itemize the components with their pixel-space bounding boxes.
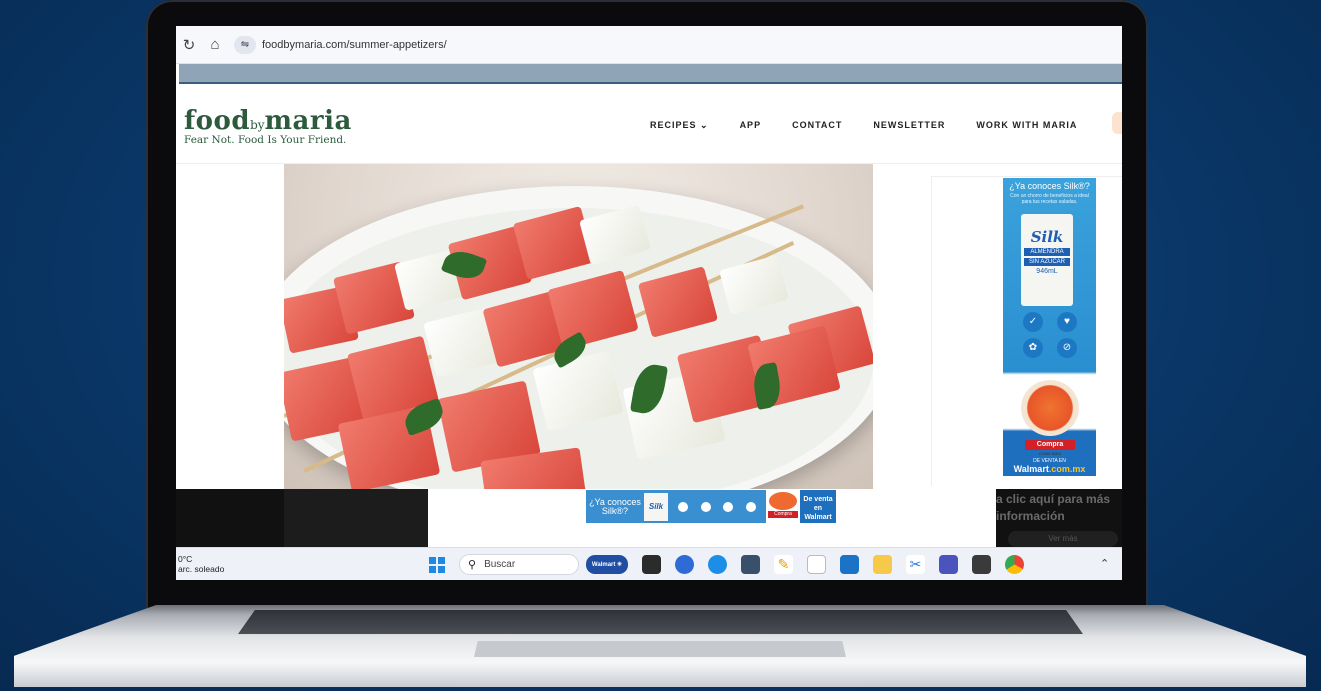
compra-button[interactable]: Compra — [1025, 440, 1075, 450]
video-overlay-button[interactable]: Ver más — [1008, 531, 1118, 547]
menu-search-button[interactable] — [1112, 112, 1122, 134]
calculator-icon[interactable] — [741, 555, 760, 574]
browser-address-bar: ↻ ⌂ ⇋ foodbymaria.com/summer-appetizers/ — [176, 26, 1122, 64]
compra-subtext: COME BIEN — [1038, 451, 1062, 456]
bone-icon: ✓ — [1023, 312, 1043, 332]
silk-banner-ad[interactable]: ¿Ya conoces Silk®? Silk Compra De venta … — [586, 490, 836, 530]
edge-icon[interactable] — [708, 555, 727, 574]
taskbar-search-label: Buscar — [484, 559, 516, 570]
carton-volume: 946mL — [1036, 268, 1058, 275]
video-player[interactable] — [284, 489, 429, 547]
heart-icon: ♥ — [1057, 312, 1077, 332]
home-icon[interactable]: ⌂ — [202, 36, 228, 53]
file-explorer-icon[interactable] — [873, 555, 892, 574]
outlook-icon[interactable] — [840, 555, 859, 574]
app-icon[interactable] — [972, 555, 991, 574]
menu-item-recipes[interactable]: RECIPES ⌄ — [650, 120, 709, 131]
walmart-domain-text: .com.mx — [1048, 464, 1086, 474]
chevron-up-icon[interactable]: ⌃ — [1100, 557, 1109, 570]
sidebar-ad[interactable]: ¿Ya conoces Silk®? Con un chorro de bene… — [931, 176, 1122, 486]
logo-word-food: food — [184, 106, 251, 136]
menu-item-newsletter[interactable]: NEWSLETTER — [873, 120, 945, 131]
benefit-icon — [700, 501, 711, 512]
silk-carton: Silk ALMENDRA SIN AZÚCAR 946mL — [1021, 214, 1073, 306]
silk-skyscraper-ad[interactable]: ¿Ya conoces Silk®? Con un chorro de bene… — [1003, 178, 1096, 476]
pen-icon[interactable]: ✎ — [774, 555, 793, 574]
no-lactose-icon: ⊘ — [1057, 338, 1077, 358]
banner-soup: Compra — [766, 490, 800, 523]
banner-walmart: De venta en Walmart .com.mx — [800, 490, 836, 530]
task-view-icon[interactable] — [642, 555, 661, 574]
walmart-logo-box[interactable]: DE VENTA EN Walmart.com.mx — [1003, 458, 1096, 476]
snipping-tool-icon[interactable]: ✂ — [906, 555, 925, 574]
benefit-icon — [678, 501, 689, 512]
laptop-keyboard — [238, 610, 1083, 634]
zoom-icon[interactable] — [675, 555, 694, 574]
main-menu: RECIPES ⌄ APP CONTACT NEWSLETTER WORK WI… — [650, 120, 1108, 131]
walmart-app-icon[interactable]: Walmart ✳ — [586, 555, 628, 574]
laptop-screen: ↻ ⌂ ⇋ foodbymaria.com/summer-appetizers/… — [176, 26, 1122, 580]
url-field[interactable]: foodbymaria.com/summer-appetizers/ — [262, 39, 447, 51]
carton-line-sin-azucar: SIN AZÚCAR — [1024, 258, 1070, 266]
weather-temp: 0°C — [178, 554, 193, 564]
taskbar-search[interactable]: ⚲ Buscar — [459, 554, 579, 575]
windows-taskbar: 0°C arc. soleado ⚲ Buscar Walmart ✳ ✎ ✂ ⌃ — [176, 547, 1122, 580]
site-header: foodbymaria Fear Not. Food Is Your Frien… — [176, 84, 1122, 164]
menu-item-work-with-maria[interactable]: WORK WITH MARIA — [976, 120, 1077, 131]
menu-item-app[interactable]: APP — [740, 120, 762, 131]
page-top-banner — [179, 64, 1122, 84]
site-info-icon[interactable]: ⇋ — [234, 35, 256, 54]
logo-word-maria: maria — [264, 106, 352, 136]
chrome-icon[interactable] — [1005, 555, 1024, 574]
logo-word-by: by — [250, 118, 265, 132]
banner-compra-button[interactable]: Compra — [768, 511, 798, 518]
benefit-icons-row: ✓ ♥ — [1023, 312, 1077, 332]
carton-line-almendra: ALMENDRA — [1024, 248, 1070, 256]
silk-logo: Silk — [1030, 228, 1064, 246]
teams-icon[interactable] — [939, 555, 958, 574]
benefit-icon — [745, 501, 756, 512]
soup-bowl-image — [1021, 380, 1079, 436]
reload-icon[interactable]: ↻ — [176, 36, 202, 54]
ad-title: ¿Ya conoces Silk®? — [1009, 181, 1090, 191]
site-tagline: Fear Not. Food Is Your Friend. — [184, 134, 347, 146]
weather-desc: arc. soleado — [178, 564, 225, 574]
bottom-ad-container: ¿Ya conoces Silk®? Silk Compra De venta … — [428, 489, 996, 547]
benefit-icons-row: ✿ ⊘ — [1023, 338, 1077, 358]
benefit-icon — [723, 501, 734, 512]
walmart-name: Walmart.com.mx — [1003, 464, 1096, 475]
search-icon: ⚲ — [468, 559, 477, 571]
windows-start-icon[interactable] — [429, 557, 445, 573]
menu-item-contact[interactable]: CONTACT — [792, 120, 842, 131]
banner-carton: Silk — [644, 492, 668, 521]
banner-benefits — [668, 490, 766, 523]
banner-title: ¿Ya conoces Silk®? — [589, 496, 641, 516]
soup-image — [769, 492, 797, 510]
taskbar-apps: Walmart ✳ ✎ ✂ — [586, 555, 1038, 574]
notepad-icon[interactable] — [807, 555, 826, 574]
walmart-brand-text: Walmart — [1013, 464, 1049, 474]
leaf-icon: ✿ — [1023, 338, 1043, 358]
hero-image-watermelon-skewers — [284, 164, 873, 489]
ad-subtitle: Con un chorro de beneficios a ideal para… — [1010, 193, 1089, 205]
bottom-ad-strip: ¿Ya conoces Silk®? Silk Compra De venta … — [176, 489, 1122, 547]
laptop-trackpad — [474, 641, 846, 657]
weather-widget[interactable]: 0°C arc. soleado — [178, 554, 224, 574]
